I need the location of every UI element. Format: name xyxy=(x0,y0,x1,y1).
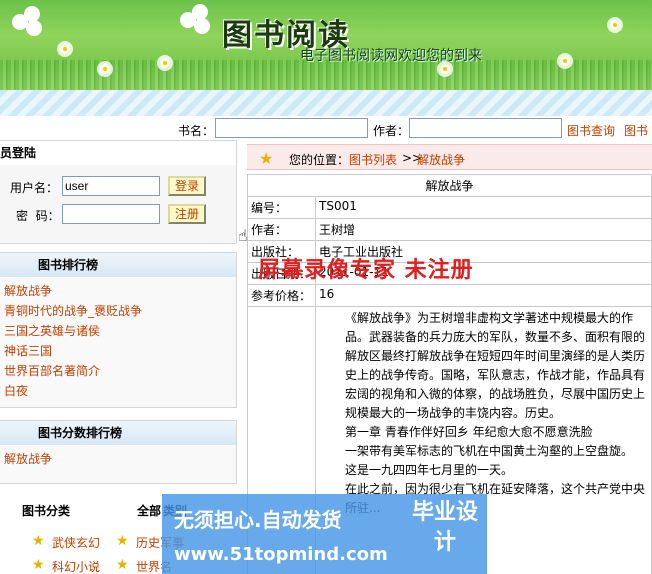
category-item[interactable]: ★ 武侠玄幻 xyxy=(32,533,100,551)
star-icon: ★ xyxy=(116,557,129,573)
ranking-item[interactable]: 解放战争 xyxy=(4,281,236,301)
password-input[interactable] xyxy=(62,204,160,224)
flower-icon xyxy=(440,64,450,74)
breadcrumb-book-list[interactable]: 图书列表 xyxy=(349,151,397,168)
ranking-heading: 图书排行榜 xyxy=(0,253,236,277)
clover-icon xyxy=(12,6,42,36)
desc-paragraph: 第一章 青春作伴好回乡 年纪愈大愈不愿意洗脸 xyxy=(345,425,593,439)
book-author: 王树增 xyxy=(315,218,652,241)
desc-paragraph: 这是一九四四年七月里的一天。 xyxy=(345,463,514,477)
ad-line1: 无须担心.自动发货 xyxy=(174,508,342,532)
ranking-item[interactable]: 神话三国 xyxy=(4,341,236,361)
book-extra-link[interactable]: 图书 xyxy=(624,122,648,139)
table-row: 作者： 王树增 xyxy=(247,218,652,241)
book-name-label: 书名： xyxy=(178,124,215,138)
clover-icon xyxy=(180,4,210,34)
table-row: 编号： TS001 xyxy=(247,196,652,219)
id-label: 编号： xyxy=(247,196,316,219)
flower-icon xyxy=(560,56,570,66)
ranking-item[interactable]: 世界百部名著简介 xyxy=(4,361,236,381)
location-label: 您的位置： xyxy=(289,153,350,167)
book-query-link[interactable]: 图书查询 xyxy=(567,122,615,139)
password-row: 密 码： xyxy=(16,207,60,224)
watermark-text: 屏幕录像专家 未注册 xyxy=(258,257,474,283)
book-ranking-panel: 图书排行榜 解放战争 青铜时代的战争_褒贬战争 三国之英雄与诸侯 神话三国 世界… xyxy=(0,252,237,408)
ad-overlay[interactable]: 无须担心.自动发货 www.51topmind.com 毕业设计 xyxy=(162,494,487,574)
breadcrumb-current[interactable]: 解放战争 xyxy=(417,151,465,168)
score-ranking-heading: 图书分数排行榜 xyxy=(0,421,236,445)
login-heading: 员登陆 xyxy=(0,141,236,165)
ad-line3: 毕业设计 xyxy=(411,500,478,555)
register-button[interactable]: 注册 xyxy=(168,204,206,224)
flower-icon xyxy=(60,44,70,54)
price-label: 参考价格： xyxy=(247,284,316,307)
author-input[interactable] xyxy=(409,118,562,138)
search-bar: 书名： 作者： 图书查询 图书 xyxy=(0,116,652,140)
flower-icon xyxy=(610,20,620,30)
ranking-item[interactable]: 白夜 xyxy=(4,381,236,401)
username-input[interactable] xyxy=(62,176,160,196)
ranking-item[interactable]: 青铜时代的战争_褒贬战争 xyxy=(4,301,236,321)
flower-icon xyxy=(160,58,170,68)
book-id: TS001 xyxy=(315,196,652,219)
category-all-label: 全部 xyxy=(137,504,162,518)
ranking-item[interactable]: 三国之英雄与诸侯 xyxy=(4,321,236,341)
book-title: 解放战争 xyxy=(247,174,652,197)
decor-strip xyxy=(0,90,652,116)
ad-line2: www.51topmind.com xyxy=(174,544,388,565)
login-panel: 员登陆 用户名： 登录 密 码： 注册 xyxy=(0,140,237,244)
desc-paragraph: 一架带有美军标志的飞机在中国黄土沟壑的上空盘旋。 xyxy=(345,444,634,458)
author-label: 作者： xyxy=(373,124,410,138)
breadcrumb: ★ 您的位置： 图书列表 >> 解放战争 xyxy=(247,144,652,170)
category-heading: 图书分类 xyxy=(22,504,71,518)
author-label: 作者： xyxy=(247,218,316,241)
book-name-input[interactable] xyxy=(215,118,368,138)
ranking-list: 解放战争 青铜时代的战争_褒贬战争 三国之英雄与诸侯 神话三国 世界百部名著简介… xyxy=(0,277,236,401)
category-item[interactable]: ★ 科幻小说 xyxy=(32,557,100,574)
table-row: 解放战争 xyxy=(247,174,652,197)
score-ranking-item[interactable]: 解放战争 xyxy=(4,449,236,469)
score-ranking-list: 解放战争 xyxy=(0,445,236,469)
password-label: 密 码： xyxy=(16,209,60,223)
flower-icon xyxy=(100,64,110,74)
score-ranking-panel: 图书分数排行榜 解放战争 xyxy=(0,420,237,484)
star-icon: ★ xyxy=(116,533,129,549)
book-price: 16 xyxy=(315,284,652,307)
username-label: 用户名： xyxy=(10,181,59,195)
star-icon: ★ xyxy=(259,149,274,168)
site-subtitle: 电子图书阅读网欢迎您的到来 xyxy=(300,48,482,64)
desc-paragraph: 《解放战争》为王树增非虚构文学著述中规模最大的作品。武器装备的兵力庞大的军队，数… xyxy=(345,311,646,420)
star-icon: ★ xyxy=(32,533,45,549)
star-icon: ★ xyxy=(32,557,45,573)
site-banner: 图书阅读 电子图书阅读网欢迎您的到来 xyxy=(0,0,652,90)
login-button[interactable]: 登录 xyxy=(168,176,206,196)
username-row: 用户名： xyxy=(10,179,58,196)
table-row: 参考价格： 16 xyxy=(247,284,652,307)
